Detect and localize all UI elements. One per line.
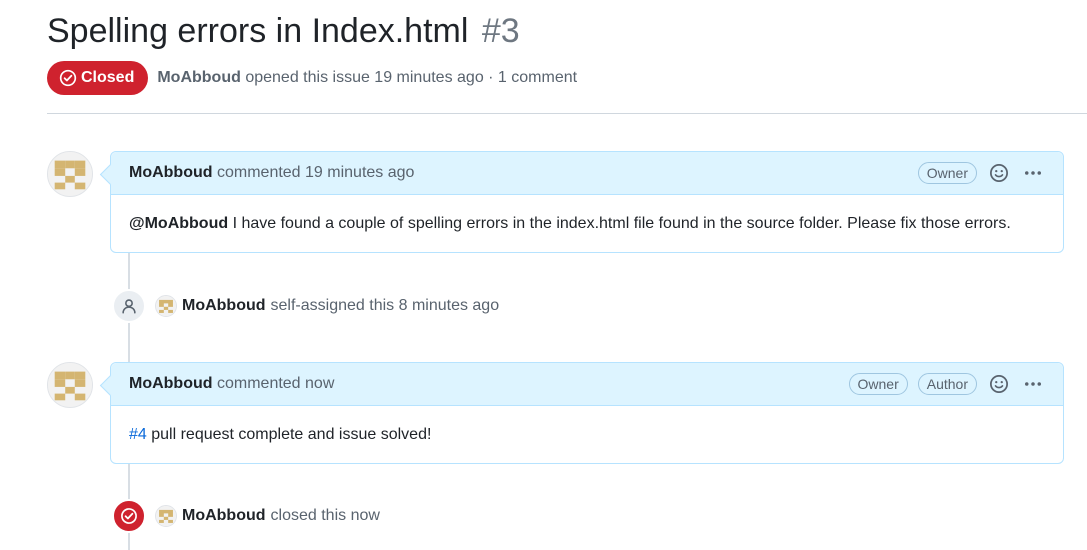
issue-author-link[interactable]: MoAbboud [157,69,241,86]
user-mention[interactable]: @MoAbboud [129,215,228,232]
comment-author-line: MoAbboud commented 19 minutes ago [129,164,414,182]
comment-avatar[interactable] [47,362,93,408]
comment-header: MoAbboud commented now Owner Author [111,363,1063,406]
timeline-event-closed: MoAbboud closed this now [112,499,380,533]
comment-text: @MoAbboud I have found a couple of spell… [129,215,1011,233]
comment-header: MoAbboud commented 19 minutes ago Owner [111,152,1063,195]
comment-text: #4 pull request complete and issue solve… [129,426,431,444]
comment-body: #4 pull request complete and issue solve… [111,406,1063,464]
comment-time[interactable]: commented 19 minutes ago [217,164,414,181]
comment-author-link[interactable]: MoAbboud [129,164,213,181]
owner-label: Owner [848,373,908,395]
avatar-identicon-icon [156,506,176,526]
issue-meta: Closed MoAbboud opened this issue 19 min… [47,60,577,96]
header-divider [47,113,1087,114]
comment-body-text: pull request complete and issue solved! [146,426,432,443]
timeline-event-assigned: MoAbboud self-assigned this 8 minutes ag… [112,289,499,323]
issue-title-text: Spelling errors in Index.html [47,12,469,50]
comment-actions: Owner [908,161,1045,185]
avatar-identicon-icon [48,152,92,196]
author-label: Author [917,373,977,395]
comment-actions: Owner Author [839,372,1045,396]
avatar-identicon-icon [156,296,176,316]
comment-box: MoAbboud commented 19 minutes ago Owner … [110,151,1064,253]
event-badge [112,499,146,533]
avatar-identicon-icon [48,363,92,407]
event-avatar[interactable] [155,505,177,527]
comment-author-link[interactable]: MoAbboud [129,375,213,392]
kebab-horizontal-icon[interactable] [1021,161,1045,185]
pull-request-link[interactable]: #4 [129,426,147,443]
issue-header: Spelling errors in Index.html #3 [47,8,1087,54]
issue-closed-icon [121,508,137,524]
comment-body-text: I have found a couple of spelling errors… [228,215,1011,232]
comment-author-line: MoAbboud commented now [129,375,334,393]
smiley-icon[interactable] [987,372,1011,396]
comment-time[interactable]: commented now [217,375,334,392]
issue-closed-icon [59,69,77,87]
issue-opened-text: opened this issue 19 minutes ago · 1 com… [245,69,578,86]
event-badge [112,289,146,323]
comment-avatar[interactable] [47,151,93,197]
issue-state-badge: Closed [47,61,149,95]
owner-label: Owner [917,162,977,184]
kebab-horizontal-icon[interactable] [1021,372,1045,396]
issue-opened-info: MoAbboud opened this issue 19 minutes ag… [157,69,577,87]
comment-box: MoAbboud commented now Owner Author #4 p… [110,362,1064,464]
issue-state-label: Closed [81,69,135,86]
event-text: closed this now [270,507,380,524]
event-author-link[interactable]: MoAbboud [182,507,266,525]
event-author-link[interactable]: MoAbboud [182,297,266,315]
event-text: self-assigned this 8 minutes ago [270,297,500,314]
smiley-icon[interactable] [987,161,1011,185]
event-avatar[interactable] [155,295,177,317]
person-icon [122,299,136,314]
comment-body: @MoAbboud I have found a couple of spell… [111,195,1063,253]
issue-title: Spelling errors in Index.html #3 [47,8,1087,54]
issue-number: #3 [481,12,520,50]
